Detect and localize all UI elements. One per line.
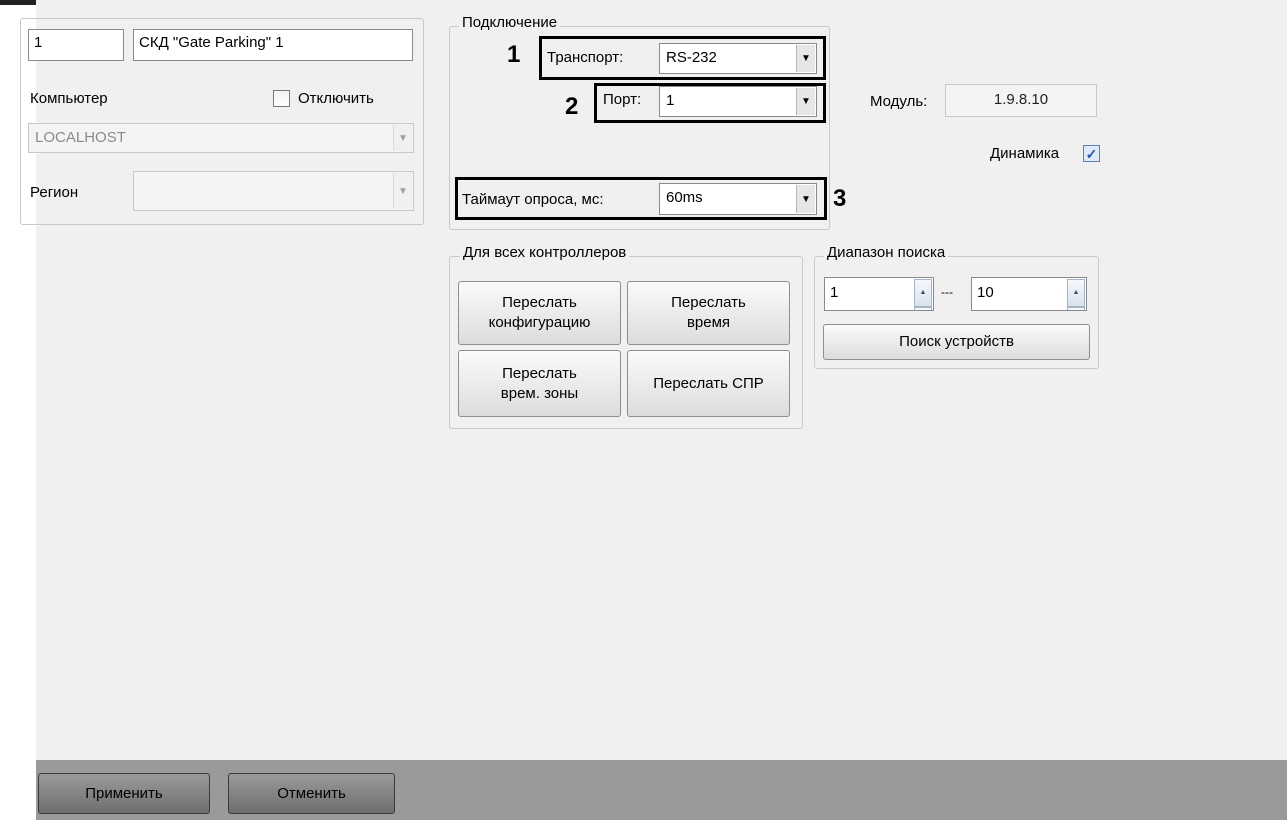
annotation-number-3: 3 — [833, 185, 847, 212]
send-config-button[interactable]: Переслать конфигурацию — [458, 281, 621, 345]
send-time-button[interactable]: Переслать время — [627, 281, 790, 345]
search-devices-button[interactable]: Поиск устройств — [823, 324, 1090, 360]
region-select[interactable]: ▼ — [133, 171, 414, 211]
send-zones-line1: Переслать — [502, 364, 577, 382]
send-config-line2: конфигурацию — [488, 314, 591, 331]
transport-select-value: RS-232 — [666, 49, 717, 66]
connection-group-title: Подключение — [459, 14, 561, 32]
chevron-down-icon: ▼ — [393, 173, 412, 209]
computer-label: Компьютер — [30, 90, 108, 107]
range-to-field[interactable]: 10 ▲ ▼ — [971, 277, 1087, 311]
spin-up-icon[interactable]: ▲ — [1067, 279, 1085, 307]
range-to-value: 10 — [977, 284, 994, 301]
chevron-down-icon: ▼ — [796, 88, 815, 115]
computer-select-value: LOCALHOST — [35, 129, 126, 146]
apply-label: Применить — [85, 784, 163, 802]
send-config-line1: Переслать — [502, 294, 577, 311]
send-zones-line2: врем. зоны — [500, 384, 579, 402]
apply-button[interactable]: Применить — [38, 773, 210, 814]
chevron-down-icon: ▼ — [393, 125, 412, 151]
chevron-down-icon: ▼ — [796, 185, 815, 213]
cancel-button[interactable]: Отменить — [228, 773, 395, 814]
timeout-select-value: 60ms — [666, 189, 703, 206]
spin-down-icon[interactable]: ▼ — [1067, 307, 1085, 310]
spin-down-icon[interactable]: ▼ — [914, 307, 932, 310]
port-select[interactable]: 1 ▼ — [659, 86, 817, 117]
send-time-line1: Переслать — [671, 294, 746, 311]
port-select-value: 1 — [666, 92, 675, 109]
send-time-line2: время — [686, 314, 731, 331]
cancel-label: Отменить — [277, 784, 346, 802]
range-separator: --- — [941, 285, 953, 299]
send-time-zones-button[interactable]: Переслать врем. зоны — [458, 350, 621, 417]
transport-label: Транспорт: — [547, 49, 624, 66]
dynamics-label: Динамика — [990, 145, 1060, 162]
footer-bar — [36, 760, 1287, 820]
send-spr-label: Переслать СПР — [653, 374, 764, 392]
timeout-select[interactable]: 60ms ▼ — [659, 183, 817, 215]
region-label: Регион — [30, 184, 79, 201]
computer-select[interactable]: LOCALHOST ▼ — [28, 123, 414, 153]
search-devices-label: Поиск устройств — [899, 333, 1014, 350]
all-controllers-title: Для всех контроллеров — [460, 244, 630, 262]
transport-select[interactable]: RS-232 ▼ — [659, 43, 817, 74]
disable-checkbox[interactable] — [273, 90, 290, 107]
dynamics-checkbox[interactable]: ✓ — [1083, 145, 1100, 162]
annotation-number-2: 2 — [565, 93, 579, 120]
spin-up-icon[interactable]: ▲ — [914, 279, 932, 307]
range-to-spinner[interactable]: ▲ ▼ — [1067, 279, 1085, 310]
search-range-title: Диапазон поиска — [824, 244, 949, 262]
chevron-down-icon: ▼ — [796, 45, 815, 72]
annotation-number-1: 1 — [507, 41, 521, 68]
range-from-value: 1 — [830, 284, 839, 301]
module-label: Модуль: — [870, 93, 928, 110]
send-spr-button[interactable]: Переслать СПР — [627, 350, 790, 417]
port-label: Порт: — [603, 91, 642, 108]
disable-label: Отключить — [298, 90, 374, 107]
device-name-field[interactable]: СКД "Gate Parking" 1 — [133, 29, 413, 61]
range-from-field[interactable]: 1 ▲ ▼ — [824, 277, 934, 311]
timeout-label: Таймаут опроса, мс: — [462, 191, 604, 208]
device-id-field[interactable]: 1 — [28, 29, 124, 61]
checkmark-icon: ✓ — [1085, 145, 1098, 162]
range-from-spinner[interactable]: ▲ ▼ — [914, 279, 932, 310]
module-version-field: 1.9.8.10 — [945, 84, 1097, 117]
